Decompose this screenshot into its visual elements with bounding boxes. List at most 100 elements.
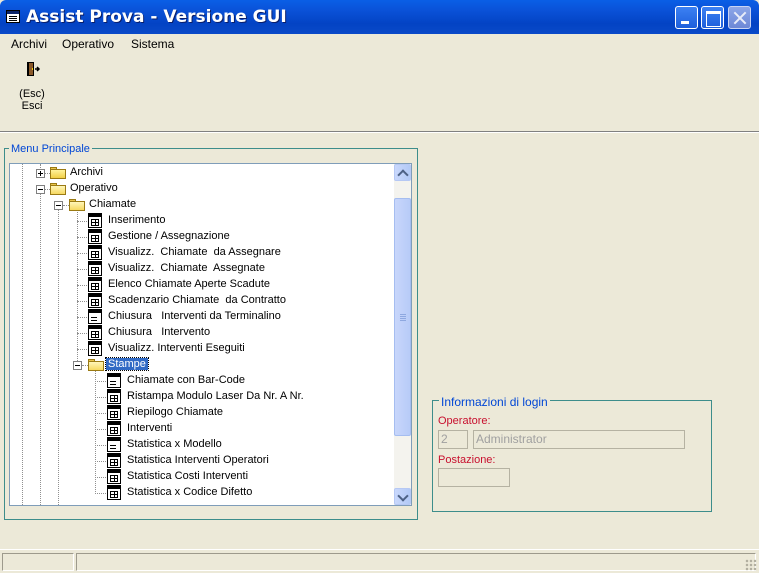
form-icon [107, 389, 121, 404]
form-icon [88, 213, 102, 228]
tree-item-statistica-operatori[interactable]: Statistica Interventi Operatori [10, 453, 390, 469]
operatore-name-field[interactable]: Administrator [473, 430, 685, 449]
folder-open-icon [69, 199, 85, 211]
tree-branch-line [95, 429, 106, 430]
scroll-up-arrow-icon[interactable] [394, 164, 411, 181]
tree-item-gestione-assegnazione[interactable]: Gestione / Assegnazione [10, 229, 390, 245]
folder-icon [50, 167, 66, 179]
form-icon [107, 405, 121, 420]
menu-sistema[interactable]: Sistema [131, 37, 174, 51]
tree-item-label: Chiamate con Bar-Code [127, 374, 246, 386]
folder-open-icon [50, 183, 66, 195]
tree-branch-line [77, 253, 87, 254]
tree-label-operativo: Operativo [70, 182, 118, 194]
postazione-label: Postazione: [438, 454, 496, 466]
tree-branch-line [77, 285, 87, 286]
tree-content: Archivi Operativo Chiamate Inserimento G… [10, 164, 396, 505]
status-pane-left [2, 553, 74, 571]
scroll-grip-icon [400, 314, 406, 315]
tree-item-inserimento[interactable]: Inserimento [10, 213, 390, 229]
operatore-code-field[interactable]: 2 [438, 430, 468, 449]
tree-item-statistica-modello[interactable]: Statistica x Modello [10, 437, 390, 453]
tree-item-visualizz-da-assegnare[interactable]: Visualizz. Chiamate da Assegnare [10, 245, 390, 261]
tree-item-label: Ristampa Modulo Laser Da Nr. A Nr. [127, 390, 304, 402]
tree-item-label: Riepilogo Chiamate [127, 406, 223, 418]
toolbar-separator [0, 131, 759, 133]
tree-item-visualizz-assegnate[interactable]: Visualizz. Chiamate Assegnate [10, 261, 390, 277]
scroll-thumb[interactable] [394, 198, 411, 436]
tree-label-stampe: Stampe [105, 357, 149, 371]
login-info-title: Informazioni di login [439, 395, 550, 409]
tree-item-statistica-costi[interactable]: Statistica Costi Interventi [10, 469, 390, 485]
expand-plus-icon[interactable] [36, 169, 45, 178]
status-pane-main [76, 553, 756, 571]
form-icon [88, 325, 102, 340]
tree-item-label: Inserimento [108, 214, 166, 226]
tree-item-elenco-aperte-scadute[interactable]: Elenco Chiamate Aperte Scadute [10, 277, 390, 293]
tree-node-chiamate[interactable]: Chiamate [10, 197, 210, 213]
tree-item-label: Statistica Costi Interventi [127, 470, 249, 482]
tree-vertical-scrollbar[interactable] [394, 164, 411, 505]
tree-branch-line [95, 477, 106, 478]
tree-item-label: Statistica Interventi Operatori [127, 454, 269, 466]
tree-item-label: Interventi [127, 422, 173, 434]
collapse-minus-icon[interactable] [36, 185, 45, 194]
tree-branch-line [95, 381, 106, 382]
form-icon [107, 373, 121, 388]
exit-door-icon [27, 62, 41, 76]
exit-button[interactable]: (Esc) Esci [12, 60, 52, 112]
tree-item-statistica-codice-difetto[interactable]: Statistica x Codice Difetto [10, 485, 390, 501]
close-button[interactable] [728, 6, 751, 29]
tree-label-archivi: Archivi [70, 166, 104, 178]
tree-node-stampe[interactable]: Stampe [10, 357, 210, 373]
form-icon [88, 277, 102, 292]
tree-branch-line [95, 493, 106, 494]
menu-bar: Archivi Operativo Sistema [0, 34, 759, 54]
collapse-minus-icon[interactable] [73, 361, 82, 370]
tree-item-interventi[interactable]: Interventi [10, 421, 390, 437]
tree-item-visualizz-interventi[interactable]: Visualizz. Interventi Eseguiti [10, 341, 390, 357]
tree-node-operativo[interactable]: Operativo [10, 181, 210, 197]
form-icon [88, 261, 102, 276]
tree-item-label: Visualizz. Chiamate da Assegnare [108, 246, 281, 258]
tree-item-label: Statistica x Modello [127, 438, 222, 450]
tree-item-label: Elenco Chiamate Aperte Scadute [108, 278, 271, 290]
menu-principale-title: Menu Principale [9, 143, 92, 155]
tree-branch-line [95, 445, 106, 446]
maximize-button[interactable] [701, 6, 724, 29]
menu-archivi[interactable]: Archivi [11, 37, 47, 51]
exit-label: Esci [21, 100, 43, 112]
scroll-down-arrow-icon[interactable] [394, 488, 411, 505]
tree-label-chiamate: Chiamate [89, 198, 137, 210]
window-title: Assist Prova - Versione GUI [26, 7, 287, 27]
tree-item-scadenzario[interactable]: Scadenzario Chiamate da Contratto [10, 293, 390, 309]
tree-item-label: Gestione / Assegnazione [108, 230, 230, 242]
form-icon [107, 421, 121, 436]
resize-grip-icon[interactable] [745, 559, 757, 571]
tree-branch-line [77, 221, 87, 222]
tree-node-archivi[interactable]: Archivi [10, 165, 210, 181]
tree-branch-line [77, 269, 87, 270]
tree-item-chiusura-intervento[interactable]: Chiusura Intervento [10, 325, 390, 341]
tree-branch-line [95, 461, 106, 462]
tree-item-label: Chiusura Interventi da Terminalino [108, 310, 281, 322]
title-bar[interactable]: Assist Prova - Versione GUI [0, 0, 759, 34]
tree-branch-line [77, 333, 87, 334]
postazione-field[interactable] [438, 468, 510, 487]
tree-item-ristampa-modulo[interactable]: Ristampa Modulo Laser Da Nr. A Nr. [10, 389, 390, 405]
form-icon [107, 453, 121, 468]
minimize-button[interactable] [675, 6, 698, 29]
form-icon [107, 437, 121, 452]
form-icon [88, 229, 102, 244]
form-icon [107, 485, 121, 500]
menu-tree[interactable]: Archivi Operativo Chiamate Inserimento G… [9, 163, 412, 506]
window-form-icon[interactable] [6, 10, 20, 23]
collapse-minus-icon[interactable] [54, 201, 63, 210]
exit-shortcut-label: (Esc) [19, 88, 45, 100]
menu-operativo[interactable]: Operativo [62, 37, 114, 51]
tree-item-chiamate-bar-code[interactable]: Chiamate con Bar-Code [10, 373, 390, 389]
tree-item-riepilogo-chiamate[interactable]: Riepilogo Chiamate [10, 405, 390, 421]
form-icon [88, 293, 102, 308]
folder-open-icon [88, 359, 104, 371]
tree-item-chiusura-terminalino[interactable]: Chiusura Interventi da Terminalino [10, 309, 390, 325]
